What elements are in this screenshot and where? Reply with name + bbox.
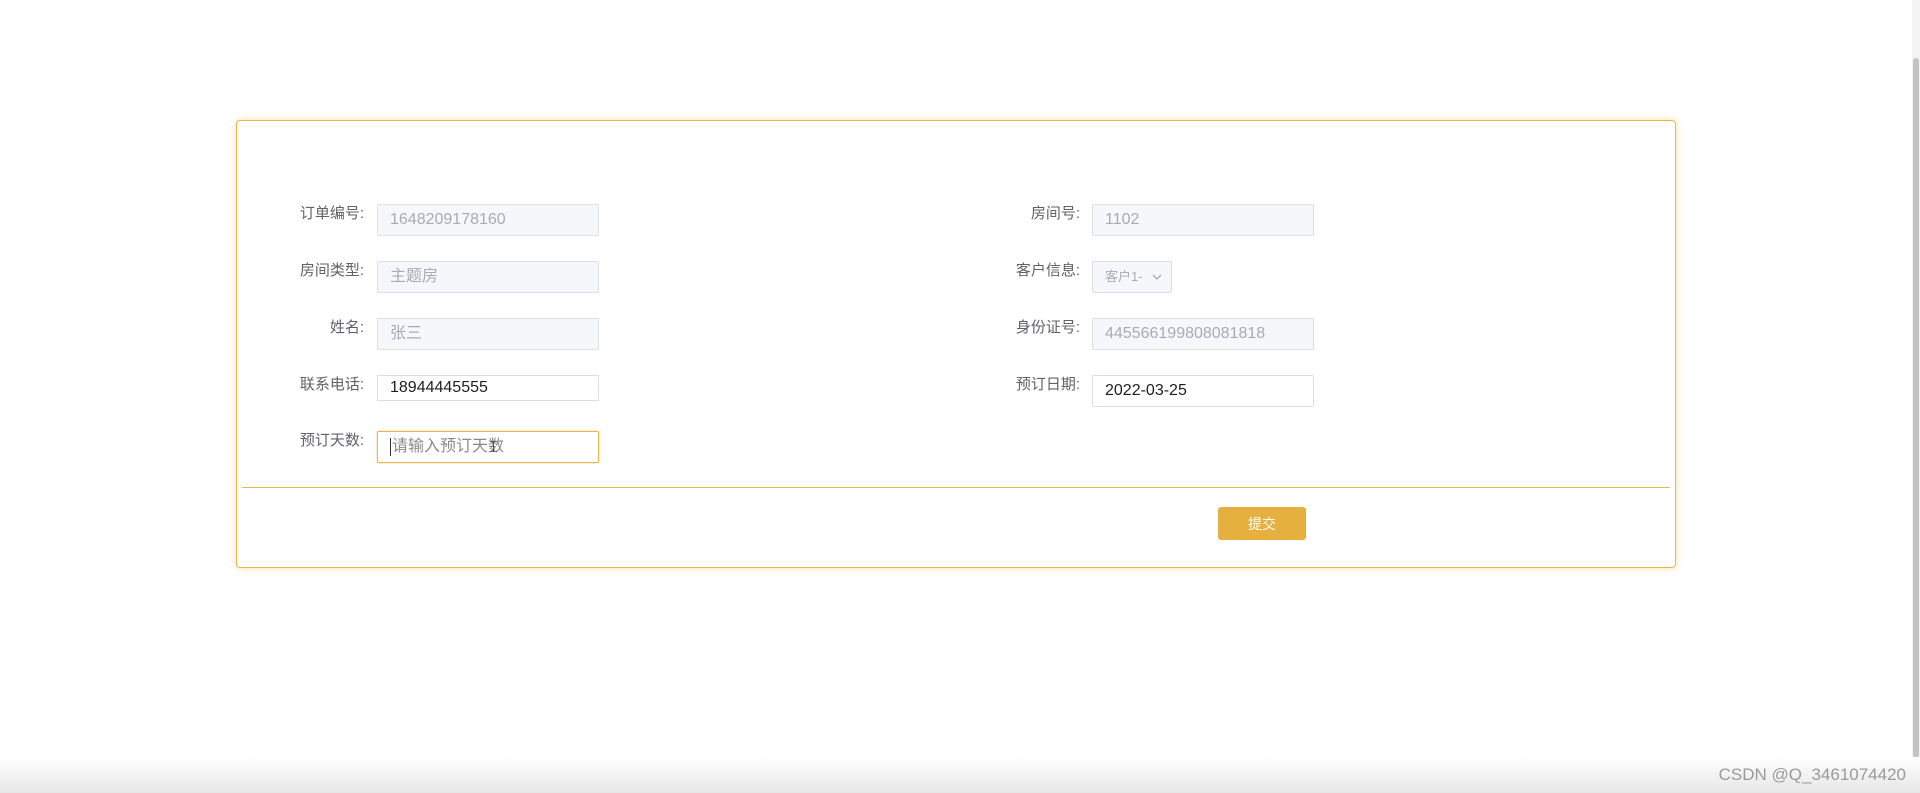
booking-days-field: 预订天数: 请输入预订天数	[237, 431, 637, 463]
id-number-input: 445566199808081818	[1092, 318, 1314, 350]
booking-days-label: 预订天数:	[299, 432, 364, 449]
booking-date-label: 预订日期:	[1015, 376, 1080, 393]
submit-button[interactable]: 提交	[1218, 507, 1306, 540]
order-number-input: 1648209178160	[377, 204, 599, 236]
text-cursor-icon: 𝙸	[488, 437, 500, 456]
name-input: 张三	[377, 318, 599, 350]
phone-input[interactable]: 18944445555	[377, 375, 599, 401]
chevron-down-icon	[1152, 274, 1162, 280]
order-number-label: 订单编号:	[299, 205, 364, 222]
booking-date-input[interactable]: 2022-03-25	[1092, 375, 1314, 407]
room-type-input: 主题房	[377, 261, 599, 293]
room-number-input: 1102	[1092, 204, 1314, 236]
form-divider	[242, 487, 1670, 488]
name-field: 姓名: 张三	[237, 318, 637, 350]
bottom-edge	[0, 757, 1920, 793]
booking-date-field: 预订日期: 2022-03-25	[937, 375, 1337, 407]
customer-info-select[interactable]: 客户1-	[1092, 261, 1172, 293]
scrollbar-thumb[interactable]	[1913, 58, 1919, 758]
text-caret	[390, 437, 391, 456]
room-number-label: 房间号:	[1030, 205, 1080, 222]
customer-info-label: 客户信息:	[1015, 262, 1080, 279]
phone-field: 联系电话: 18944445555	[237, 375, 637, 407]
room-type-field: 房间类型: 主题房	[237, 261, 637, 293]
customer-info-value: 客户1-	[1105, 269, 1143, 284]
watermark: CSDN @Q_3461074420	[1718, 765, 1906, 784]
customer-info-field: 客户信息: 客户1-	[937, 261, 1337, 293]
vertical-scrollbar[interactable]	[1912, 0, 1920, 760]
id-number-field: 身份证号: 445566199808081818	[937, 318, 1337, 350]
page: 订单编号: 1648209178160 房间类型: 主题房 姓名: 张三 联系电…	[0, 0, 1920, 793]
room-number-field: 房间号: 1102	[937, 204, 1337, 236]
room-type-label: 房间类型:	[299, 262, 364, 279]
booking-form: 订单编号: 1648209178160 房间类型: 主题房 姓名: 张三 联系电…	[236, 120, 1676, 568]
phone-label: 联系电话:	[299, 376, 364, 393]
id-number-label: 身份证号:	[1015, 319, 1080, 336]
name-label: 姓名:	[329, 319, 364, 336]
order-number-field: 订单编号: 1648209178160	[237, 204, 637, 236]
